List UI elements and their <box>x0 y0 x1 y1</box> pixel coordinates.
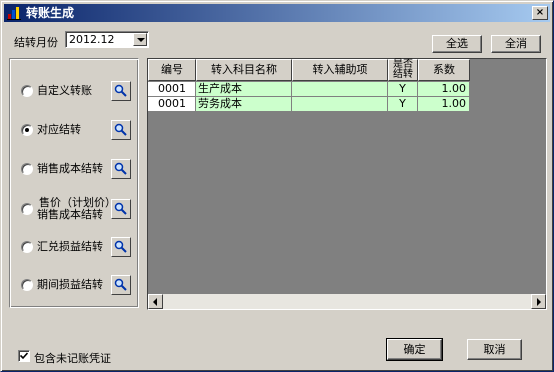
title-bar[interactable]: 转账生成 × <box>4 4 550 22</box>
search-icon <box>114 240 127 253</box>
radio-period-gain-loss[interactable] <box>21 279 33 291</box>
chart-bar-icon <box>7 7 21 20</box>
close-icon: × <box>535 7 545 18</box>
cell-account: 生产成本 <box>196 82 292 97</box>
clear-all-button[interactable]: 全消 <box>491 35 541 53</box>
month-label: 结转月份 <box>14 36 58 49</box>
cell-id: 0001 <box>148 82 196 97</box>
transfer-dialog: 转账生成 × 结转月份 2012.12 全选 全消 自定义转账 对应结转 销售成… <box>0 0 554 372</box>
select-all-button[interactable]: 全选 <box>432 35 482 53</box>
radio-sales-cost-transfer[interactable] <box>21 163 33 175</box>
column-header-is-transfer[interactable]: 是否 结转 <box>388 59 418 81</box>
search-button-custom[interactable] <box>111 81 131 101</box>
radio-corresponding-transfer[interactable] <box>21 124 33 136</box>
cell-transfer: Y <box>388 97 418 112</box>
cell-aux <box>292 82 388 97</box>
search-button-corresponding[interactable] <box>111 120 131 140</box>
cell-aux <box>292 97 388 112</box>
cell-coefficient: 1.00 <box>418 82 470 97</box>
cancel-button[interactable]: 取消 <box>467 339 522 360</box>
radio-custom-transfer[interactable] <box>21 85 33 97</box>
search-button-exchange[interactable] <box>111 237 131 257</box>
search-icon <box>114 123 127 136</box>
option-period-gain-loss[interactable]: 期间损益结转 <box>10 275 140 295</box>
option-sales-cost-transfer[interactable]: 销售成本结转 <box>10 159 140 179</box>
month-value: 2012.12 <box>69 33 115 46</box>
chevron-down-icon[interactable] <box>133 33 147 46</box>
option-exchange-gain-loss[interactable]: 汇兑损益结转 <box>10 237 140 257</box>
month-select[interactable]: 2012.12 <box>65 31 149 48</box>
ok-button[interactable]: 确定 <box>386 338 443 361</box>
option-corresponding-transfer[interactable]: 对应结转 <box>10 120 140 140</box>
search-icon <box>114 84 127 97</box>
option-label: 自定义转账 <box>37 84 92 97</box>
scroll-left-icon[interactable] <box>148 294 163 309</box>
search-icon <box>114 278 127 291</box>
scroll-right-icon[interactable] <box>531 294 546 309</box>
option-label: 汇兑损益结转 <box>37 240 103 253</box>
cell-transfer: Y <box>388 82 418 97</box>
close-button[interactable]: × <box>532 6 548 20</box>
include-unposted-checkbox[interactable] <box>18 350 30 362</box>
radio-exchange-gain-loss[interactable] <box>21 241 33 253</box>
column-header-id[interactable]: 编号 <box>148 59 196 81</box>
option-label: 销售成本结转 <box>37 162 103 175</box>
option-label: 对应结转 <box>37 123 81 136</box>
option-label: 期间损益结转 <box>37 278 103 291</box>
column-header-coefficient[interactable]: 系数 <box>418 59 470 81</box>
cell-coefficient: 1.00 <box>418 97 470 112</box>
search-icon <box>114 162 127 175</box>
cell-id: 0001 <box>148 97 196 112</box>
search-button-period[interactable] <box>111 275 131 295</box>
header-line: 结转 <box>393 69 413 80</box>
option-label-line2: 销售成本结转 <box>37 208 103 221</box>
search-icon <box>114 202 127 215</box>
option-planned-price-sales-cost[interactable]: 售价（计划价） 销售成本结转 <box>10 197 140 223</box>
search-button-sales-cost[interactable] <box>111 159 131 179</box>
column-header-aux[interactable]: 转入辅助项 <box>292 59 388 81</box>
cell-account: 劳务成本 <box>196 97 292 112</box>
transfer-type-panel: 自定义转账 对应结转 销售成本结转 售价（计划价） 销售成本结转 汇兑损益结转 … <box>9 58 139 308</box>
column-header-account[interactable]: 转入科目名称 <box>196 59 292 81</box>
window-title: 转账生成 <box>26 6 75 20</box>
radio-planned-price-sales-cost[interactable] <box>21 203 33 215</box>
transfer-table[interactable]: 编号 转入科目名称 转入辅助项 是否 结转 系数 0001 生产成本 Y 1.0… <box>147 58 547 310</box>
search-button-planned-price[interactable] <box>111 199 131 219</box>
checkmark-icon <box>20 352 28 360</box>
horizontal-scrollbar[interactable] <box>148 294 546 309</box>
option-custom-transfer[interactable]: 自定义转账 <box>10 81 140 101</box>
include-unposted-label: 包含未记账凭证 <box>34 352 111 365</box>
